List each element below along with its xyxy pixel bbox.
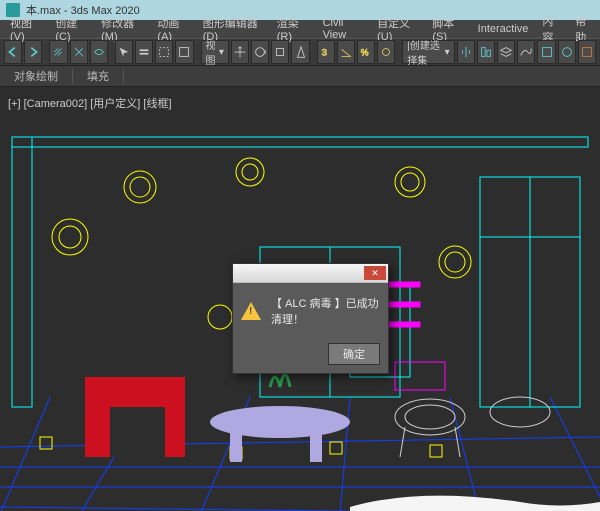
snap-toggle-button[interactable]: 3 bbox=[317, 40, 335, 64]
percent-snap-button[interactable]: % bbox=[357, 40, 375, 64]
select-by-name-button[interactable] bbox=[135, 40, 153, 64]
named-selection-label: |创建选择集 bbox=[407, 37, 444, 67]
undo-button[interactable] bbox=[4, 40, 22, 64]
select-link-button[interactable] bbox=[49, 40, 67, 64]
ribbon-tab-object-paint[interactable]: 对象绘制 bbox=[0, 68, 73, 84]
select-object-button[interactable] bbox=[115, 40, 133, 64]
menu-interactive[interactable]: Interactive bbox=[472, 23, 535, 35]
spinner-snap-button[interactable] bbox=[377, 40, 395, 64]
schematic-view-button[interactable] bbox=[537, 40, 555, 64]
select-rotate-button[interactable] bbox=[251, 40, 269, 64]
material-editor-button[interactable] bbox=[558, 40, 576, 64]
main-toolbar: 视图 ▾ 3 % |创建选择集 ▾ bbox=[0, 38, 600, 66]
menu-civil-view[interactable]: Civil View bbox=[317, 17, 370, 41]
ribbon-bar: 对象绘制 填充 bbox=[0, 66, 600, 87]
curve-editor-button[interactable] bbox=[517, 40, 535, 64]
dialog-titlebar[interactable]: ✕ bbox=[233, 264, 388, 283]
dialog-message: 【 ALC 病毒 】已成功清理！ bbox=[271, 295, 380, 327]
window-crossing-button[interactable] bbox=[175, 40, 193, 64]
select-move-button[interactable] bbox=[231, 40, 249, 64]
menu-view[interactable]: 视图(V) bbox=[4, 15, 47, 43]
alert-dialog: ✕ 【 ALC 病毒 】已成功清理！ 确定 bbox=[232, 263, 389, 374]
menu-modifiers[interactable]: 修改器(M) bbox=[95, 15, 149, 43]
layer-explorer-button[interactable] bbox=[497, 40, 515, 64]
ribbon-tab-populate[interactable]: 填充 bbox=[73, 68, 124, 84]
svg-text:3: 3 bbox=[321, 48, 326, 59]
svg-text:%: % bbox=[361, 48, 369, 58]
menu-rendering[interactable]: 渲染(R) bbox=[271, 15, 315, 43]
render-setup-button[interactable] bbox=[578, 40, 596, 64]
warning-icon bbox=[241, 302, 261, 320]
viewport-panel[interactable]: [+] [Camera002] [用户定义] [线框] bbox=[0, 87, 600, 511]
align-button[interactable] bbox=[477, 40, 495, 64]
mirror-button[interactable] bbox=[457, 40, 475, 64]
viewport-label[interactable]: [+] [Camera002] [用户定义] [线框] bbox=[8, 95, 172, 111]
unlink-button[interactable] bbox=[70, 40, 88, 64]
coord-system-dropdown[interactable]: 视图 ▾ bbox=[201, 40, 229, 64]
angle-snap-button[interactable] bbox=[337, 40, 355, 64]
menu-animation[interactable]: 动画(A) bbox=[151, 15, 194, 43]
menu-bar: 视图(V) 创建(C) 修改器(M) 动画(A) 图形编辑器(D) 渲染(R) … bbox=[0, 20, 600, 38]
bind-space-button[interactable] bbox=[90, 40, 108, 64]
dialog-ok-button[interactable]: 确定 bbox=[328, 343, 380, 365]
selection-region-button[interactable] bbox=[155, 40, 173, 64]
redo-button[interactable] bbox=[24, 40, 42, 64]
menu-create[interactable]: 创建(C) bbox=[49, 15, 93, 43]
coord-system-label: 视图 bbox=[206, 37, 219, 67]
select-place-button[interactable] bbox=[291, 40, 309, 64]
named-selection-dropdown[interactable]: |创建选择集 ▾ bbox=[402, 40, 454, 64]
dialog-close-button[interactable]: ✕ bbox=[364, 266, 386, 280]
select-scale-button[interactable] bbox=[271, 40, 289, 64]
